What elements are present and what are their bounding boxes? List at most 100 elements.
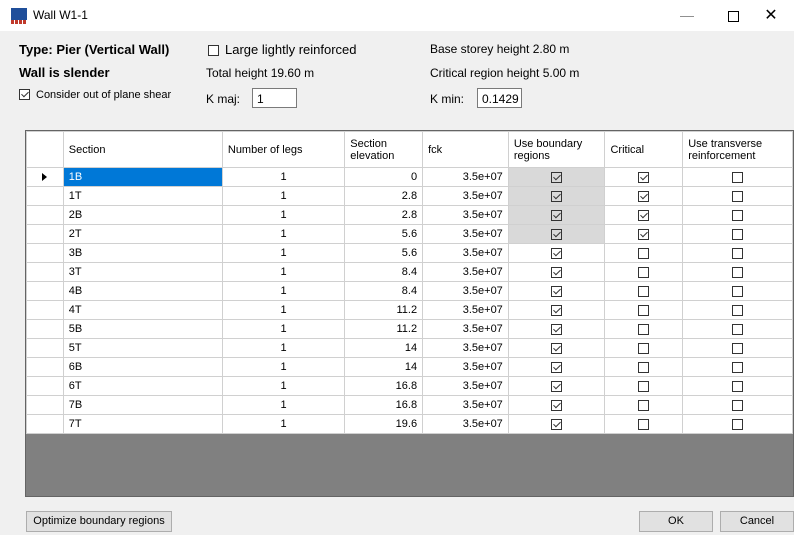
- column-header[interactable]: Section: [62, 131, 223, 168]
- critical-checkbox[interactable]: [604, 224, 684, 244]
- use-boundary-regions-checkbox[interactable]: [507, 243, 606, 263]
- use-boundary-regions-checkbox[interactable]: [507, 167, 606, 187]
- row-header[interactable]: [26, 224, 64, 244]
- row-header[interactable]: [26, 300, 64, 320]
- fck-cell[interactable]: 3.5e+07: [422, 319, 509, 339]
- legs-cell[interactable]: 1: [221, 319, 346, 339]
- column-header[interactable]: Critical: [604, 131, 684, 168]
- legs-cell[interactable]: 1: [221, 357, 346, 377]
- close-button[interactable]: ✕: [748, 0, 794, 31]
- use-boundary-regions-checkbox[interactable]: [507, 319, 606, 339]
- row-header[interactable]: [26, 319, 64, 339]
- use-transverse-reinforcement-checkbox[interactable]: [682, 300, 793, 320]
- fck-cell[interactable]: 3.5e+07: [422, 224, 509, 244]
- kmaj-input[interactable]: 1: [252, 88, 297, 108]
- use-transverse-reinforcement-checkbox[interactable]: [682, 357, 793, 377]
- section-cell[interactable]: 5B: [62, 319, 223, 339]
- legs-cell[interactable]: 1: [221, 338, 346, 358]
- table-row[interactable]: 2B 1 2.8 3.5e+07: [26, 205, 793, 225]
- section-cell[interactable]: 1T: [62, 186, 223, 206]
- column-header[interactable]: Use boundary regions: [507, 131, 606, 168]
- elevation-cell[interactable]: 11.2: [344, 319, 424, 339]
- table-row[interactable]: 3T 1 8.4 3.5e+07: [26, 262, 793, 282]
- legs-cell[interactable]: 1: [221, 205, 346, 225]
- legs-cell[interactable]: 1: [221, 281, 346, 301]
- use-transverse-reinforcement-checkbox[interactable]: [682, 167, 793, 187]
- use-boundary-regions-checkbox[interactable]: [507, 281, 606, 301]
- fck-cell[interactable]: 3.5e+07: [422, 262, 509, 282]
- use-boundary-regions-checkbox[interactable]: [507, 205, 606, 225]
- row-header[interactable]: [26, 414, 64, 434]
- use-boundary-regions-checkbox[interactable]: [507, 186, 606, 206]
- table-row[interactable]: 1T 1 2.8 3.5e+07: [26, 186, 793, 206]
- use-boundary-regions-checkbox[interactable]: [507, 395, 606, 415]
- legs-cell[interactable]: 1: [221, 395, 346, 415]
- minimize-button[interactable]: —: [664, 0, 710, 31]
- elevation-cell[interactable]: 11.2: [344, 300, 424, 320]
- use-transverse-reinforcement-checkbox[interactable]: [682, 186, 793, 206]
- critical-checkbox[interactable]: [604, 338, 684, 358]
- use-transverse-reinforcement-checkbox[interactable]: [682, 338, 793, 358]
- row-header[interactable]: [26, 167, 64, 187]
- fck-cell[interactable]: 3.5e+07: [422, 395, 509, 415]
- fck-cell[interactable]: 3.5e+07: [422, 338, 509, 358]
- legs-cell[interactable]: 1: [221, 376, 346, 396]
- row-header[interactable]: [26, 338, 64, 358]
- use-transverse-reinforcement-checkbox[interactable]: [682, 395, 793, 415]
- table-row[interactable]: 7T 1 19.6 3.5e+07: [26, 414, 793, 434]
- critical-checkbox[interactable]: [604, 357, 684, 377]
- consider-out-of-plane-shear-checkbox[interactable]: Consider out of plane shear: [19, 89, 171, 101]
- elevation-cell[interactable]: 2.8: [344, 205, 424, 225]
- legs-cell[interactable]: 1: [221, 414, 346, 434]
- fck-cell[interactable]: 3.5e+07: [422, 281, 509, 301]
- section-cell[interactable]: 7T: [62, 414, 223, 434]
- fck-cell[interactable]: 3.5e+07: [422, 414, 509, 434]
- critical-checkbox[interactable]: [604, 205, 684, 225]
- cancel-button[interactable]: Cancel: [720, 511, 794, 532]
- elevation-cell[interactable]: 14: [344, 338, 424, 358]
- legs-cell[interactable]: 1: [221, 186, 346, 206]
- use-boundary-regions-checkbox[interactable]: [507, 357, 606, 377]
- elevation-cell[interactable]: 16.8: [344, 395, 424, 415]
- elevation-cell[interactable]: 8.4: [344, 281, 424, 301]
- legs-cell[interactable]: 1: [221, 243, 346, 263]
- row-header[interactable]: [26, 262, 64, 282]
- elevation-cell[interactable]: 2.8: [344, 186, 424, 206]
- ok-button[interactable]: OK: [639, 511, 713, 532]
- critical-checkbox[interactable]: [604, 395, 684, 415]
- section-cell[interactable]: 2B: [62, 205, 223, 225]
- section-cell[interactable]: 6B: [62, 357, 223, 377]
- column-header[interactable]: Section elevation: [344, 131, 424, 168]
- section-cell[interactable]: 3T: [62, 262, 223, 282]
- column-header[interactable]: fck: [422, 131, 509, 168]
- elevation-cell[interactable]: 19.6: [344, 414, 424, 434]
- critical-checkbox[interactable]: [604, 167, 684, 187]
- elevation-cell[interactable]: 5.6: [344, 224, 424, 244]
- table-row[interactable]: 4B 1 8.4 3.5e+07: [26, 281, 793, 301]
- use-boundary-regions-checkbox[interactable]: [507, 262, 606, 282]
- elevation-cell[interactable]: 8.4: [344, 262, 424, 282]
- kmin-input[interactable]: 0.1429: [477, 88, 522, 108]
- table-row[interactable]: 4T 1 11.2 3.5e+07: [26, 300, 793, 320]
- critical-checkbox[interactable]: [604, 319, 684, 339]
- legs-cell[interactable]: 1: [221, 167, 346, 187]
- table-row[interactable]: 3B 1 5.6 3.5e+07: [26, 243, 793, 263]
- critical-checkbox[interactable]: [604, 300, 684, 320]
- row-header[interactable]: [26, 281, 64, 301]
- table-row[interactable]: 6B 1 14 3.5e+07: [26, 357, 793, 377]
- section-cell[interactable]: 6T: [62, 376, 223, 396]
- table-row[interactable]: 5T 1 14 3.5e+07: [26, 338, 793, 358]
- section-cell[interactable]: 4B: [62, 281, 223, 301]
- use-transverse-reinforcement-checkbox[interactable]: [682, 205, 793, 225]
- section-cell[interactable]: 1B: [62, 167, 223, 187]
- row-header[interactable]: [26, 186, 64, 206]
- fck-cell[interactable]: 3.5e+07: [422, 167, 509, 187]
- row-header[interactable]: [26, 376, 64, 396]
- use-boundary-regions-checkbox[interactable]: [507, 414, 606, 434]
- table-row[interactable]: 2T 1 5.6 3.5e+07: [26, 224, 793, 244]
- sections-grid[interactable]: Section Number of legs Section elevation…: [25, 130, 794, 497]
- critical-checkbox[interactable]: [604, 262, 684, 282]
- fck-cell[interactable]: 3.5e+07: [422, 357, 509, 377]
- row-header[interactable]: [26, 357, 64, 377]
- section-cell[interactable]: 5T: [62, 338, 223, 358]
